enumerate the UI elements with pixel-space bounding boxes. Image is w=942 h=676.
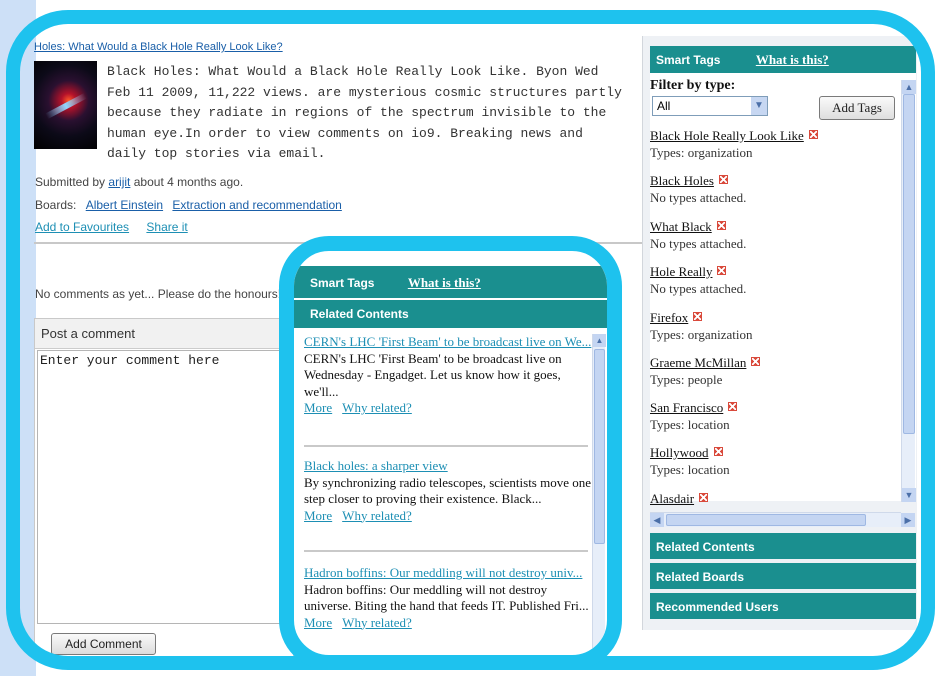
related-divider [304,445,588,447]
tag-type: Types: organization [650,145,753,160]
scroll-left-icon[interactable]: ◀ [650,513,664,527]
post-comment-box: Post a comment Enter your comment here A… [34,318,294,658]
why-related-link[interactable]: Why related? [342,508,412,523]
more-link[interactable]: More [304,615,332,630]
board-link-extraction[interactable]: Extraction and recommendation [172,198,341,212]
filter-by-type-label: Filter by type: [650,78,736,93]
related-item-title-link[interactable]: Hadron boffins: Our meddling will not de… [304,565,592,582]
remove-tag-icon[interactable] [718,175,728,184]
why-related-link[interactable]: Why related? [342,400,412,415]
tag-item: Hollywood Types: location [650,444,730,478]
popup-vertical-scrollbar[interactable]: ▲ [592,334,606,654]
zoomed-smart-tags-callout: Smart Tags What is this? Related Content… [279,236,622,670]
related-item-title-link[interactable]: CERN's LHC 'First Beam' to be broadcast … [304,334,592,351]
tag-link[interactable]: Hollywood [650,445,709,460]
related-item-snippet: CERN's LHC 'First Beam' to be broadcast … [304,350,562,399]
post-body-text: Black Holes: What Would a Black Hole Rea… [107,64,622,161]
submitted-line: Submitted by arijit about 4 months ago. [35,175,243,189]
related-item-title-link[interactable]: Black holes: a sharper view [304,458,592,475]
tag-item: Alasdair [650,490,709,507]
scrollbar-thumb[interactable] [666,514,866,526]
scrollbar-thumb[interactable] [903,94,915,434]
tag-type: Types: location [650,417,730,432]
filter-type-value: All [657,99,671,113]
sidebar-section-recommended-users[interactable]: Recommended Users [650,591,916,619]
related-item-snippet: Hadron boffins: Our meddling will not de… [304,581,589,614]
add-to-favourites-link[interactable]: Add to Favourites [35,220,129,234]
tag-type: Types: location [650,462,730,477]
no-comments-text: No comments as yet... Please do the hono… [35,287,282,301]
sidebar-section-related-boards[interactable]: Related Boards [650,561,916,589]
tag-type: No types attached. [650,281,747,296]
sidebar-section-related-contents[interactable]: Related Contents [650,531,916,559]
tag-link[interactable]: Firefox [650,310,688,325]
remove-tag-icon[interactable] [728,402,738,411]
popup-what-is-this-link[interactable]: What is this? [408,275,481,290]
related-item: Hadron boffins: Our meddling will not de… [304,565,592,631]
more-link[interactable]: More [304,400,332,415]
submitted-suffix: about 4 months ago. [133,175,244,189]
sidebar-smart-tags-header: Smart Tags What is this? [650,46,916,73]
left-background-strip [0,0,36,676]
remove-tag-icon[interactable] [713,447,723,456]
related-item: Black holes: a sharper view By synchroni… [304,458,592,524]
board-link-albert-einstein[interactable]: Albert Einstein [86,198,163,212]
tag-item: What Black No types attached. [650,218,746,252]
tag-item: Black Hole Really Look Like Types: organ… [650,127,818,161]
tag-type: No types attached. [650,190,747,205]
tag-type: Types: people [650,372,723,387]
remove-tag-icon[interactable] [699,493,709,502]
submitted-prefix: Submitted by [35,175,106,189]
post-title-link[interactable]: Holes: What Would a Black Hole Really Lo… [34,41,283,53]
tag-link[interactable]: Black Hole Really Look Like [650,128,804,143]
tag-type: Types: organization [650,327,753,342]
scroll-up-icon[interactable]: ▲ [593,334,606,347]
tag-link[interactable]: San Francisco [650,400,723,415]
post-comment-header: Post a comment [35,319,293,349]
tag-item: Hole Really No types attached. [650,263,746,297]
tag-link[interactable]: Graeme McMillan [650,355,746,370]
related-item: CERN's LHC 'First Beam' to be broadcast … [304,334,592,417]
post-actions: Add to Favourites Share it [35,220,202,234]
popup-smart-tags-header: Smart Tags What is this? [294,266,607,298]
tag-link[interactable]: Alasdair [650,491,694,506]
comment-input[interactable]: Enter your comment here [37,350,291,624]
tag-item: Black Holes No types attached. [650,172,746,206]
share-it-link[interactable]: Share it [146,220,187,234]
remove-tag-icon[interactable] [717,266,727,275]
popup-smart-tags-label: Smart Tags [310,276,375,290]
tag-link[interactable]: What Black [650,219,712,234]
sidebar-what-is-this-link[interactable]: What is this? [756,52,829,67]
more-link[interactable]: More [304,508,332,523]
remove-tag-icon[interactable] [808,130,818,139]
scroll-down-icon[interactable]: ▼ [902,488,916,502]
tag-item: San Francisco Types: location [650,399,738,433]
why-related-link[interactable]: Why related? [342,615,412,630]
add-comment-button[interactable]: Add Comment [51,633,156,655]
filter-type-select[interactable]: All ▼ [652,96,768,116]
submitter-link[interactable]: arijit [108,175,130,189]
tag-type: No types attached. [650,236,747,251]
scroll-up-icon[interactable]: ▲ [902,80,916,94]
boards-label: Boards: [35,198,77,212]
sidebar-horizontal-scrollbar[interactable]: ◀ ▶ [650,512,915,527]
post-thumbnail-image [34,61,97,149]
tag-link[interactable]: Black Holes [650,173,714,188]
scrollbar-thumb[interactable] [594,349,605,544]
related-divider [304,550,588,552]
related-item-snippet: By synchronizing radio telescopes, scien… [304,474,592,507]
remove-tag-icon[interactable] [751,357,761,366]
boards-line: Boards: Albert Einstein Extraction and r… [35,198,342,212]
add-tags-button[interactable]: Add Tags [819,96,895,120]
popup-related-contents-header[interactable]: Related Contents [294,300,607,328]
tag-item: Graeme McMillan Types: people [650,354,761,388]
scroll-right-icon[interactable]: ▶ [901,513,915,527]
sidebar-smart-tags-label: Smart Tags [656,53,721,67]
tag-link[interactable]: Hole Really [650,264,712,279]
tag-item: Firefox Types: organization [650,309,752,343]
remove-tag-icon[interactable] [716,221,726,230]
remove-tag-icon[interactable] [693,312,703,321]
sidebar-vertical-scrollbar[interactable]: ▲ ▼ [901,80,916,502]
chevron-down-icon: ▼ [751,97,767,115]
